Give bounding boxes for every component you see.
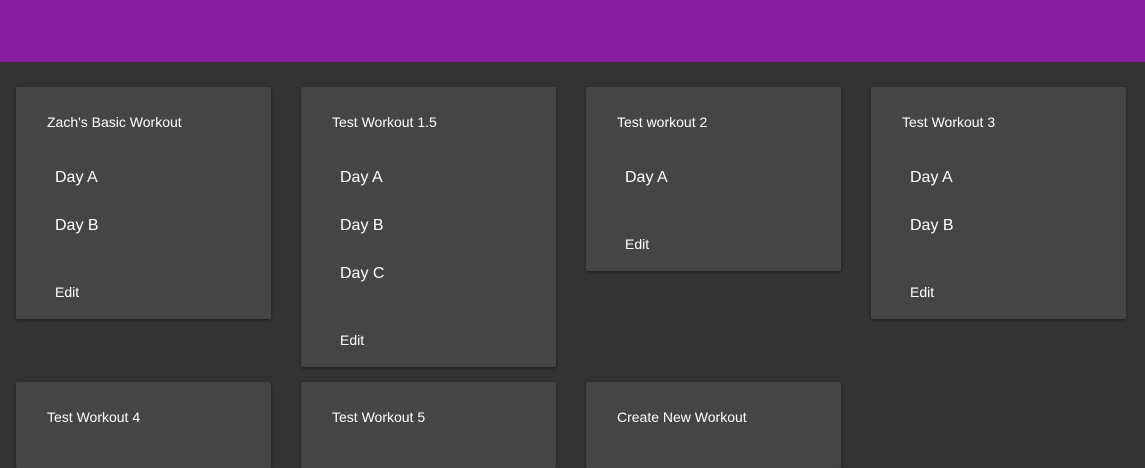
workout-card-title: Test Workout 5 <box>332 409 426 425</box>
workout-card: Test Workout 3 Day A Day B Edit <box>871 87 1126 319</box>
workout-card-title: Test Workout 1.5 <box>332 114 437 130</box>
day-item[interactable]: Day B <box>325 215 384 263</box>
edit-button[interactable]: Edit <box>340 331 364 349</box>
day-item[interactable]: Day A <box>610 167 668 215</box>
edit-button[interactable]: Edit <box>625 235 649 253</box>
day-item[interactable]: Day C <box>325 263 384 311</box>
workout-card-title: Test Workout 4 <box>47 409 141 425</box>
edit-button[interactable]: Edit <box>55 283 79 301</box>
workout-card: Test Workout 5 <box>301 382 556 468</box>
workout-card: Zach's Basic Workout Day A Day B Edit <box>16 87 271 319</box>
day-item[interactable]: Day A <box>895 167 954 215</box>
day-list: Day A <box>610 167 668 215</box>
day-list: Day A Day B Day C <box>325 167 384 311</box>
create-workout-title: Create New Workout <box>617 409 747 425</box>
day-item[interactable]: Day A <box>40 167 99 215</box>
day-list: Day A Day B <box>895 167 954 263</box>
workout-card: Test Workout 1.5 Day A Day B Day C Edit <box>301 87 556 367</box>
day-item[interactable]: Day A <box>325 167 384 215</box>
workout-card-title: Zach's Basic Workout <box>47 114 182 130</box>
create-workout-card[interactable]: Create New Workout <box>586 382 841 468</box>
workout-card-title: Test Workout 3 <box>902 114 996 130</box>
workout-card-title: Test workout 2 <box>617 114 708 130</box>
day-list: Day A Day B <box>40 167 99 263</box>
workout-card: Test Workout 4 <box>16 382 271 468</box>
day-item[interactable]: Day B <box>895 215 954 263</box>
app-bar <box>0 0 1145 62</box>
edit-button[interactable]: Edit <box>910 283 934 301</box>
day-item[interactable]: Day B <box>40 215 99 263</box>
workout-card: Test workout 2 Day A Edit <box>586 87 841 271</box>
